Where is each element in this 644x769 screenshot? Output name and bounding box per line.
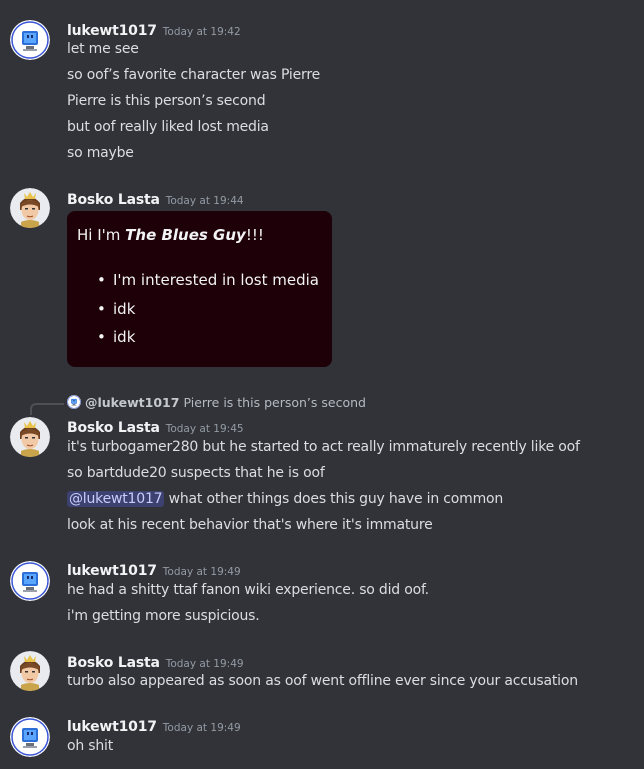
mii-character-avatar-icon[interactable] [10, 188, 50, 228]
profile-embed: Hi I'm The Blues Guy!!! I'm interested i… [67, 211, 332, 367]
message-line: so bartdude20 suspects that he is oof [67, 465, 325, 481]
message-line: so maybe [67, 145, 134, 161]
timestamp: Today at 19:49 [162, 722, 241, 734]
reply-text: Pierre is this person’s second [183, 395, 366, 410]
reply-avatar-icon [67, 395, 81, 409]
message-line: @lukewt1017 what other things does this … [67, 491, 504, 507]
message-header: Bosko Lasta Today at 19:45 [67, 417, 244, 436]
username[interactable]: lukewt1017 [67, 563, 157, 579]
message-header: lukewt1017 Today at 19:49 [67, 560, 241, 579]
embed-bold-name: The Blues Guy [125, 226, 246, 244]
timestamp: Today at 19:44 [165, 195, 244, 207]
timestamp: Today at 19:49 [165, 658, 244, 670]
username[interactable]: lukewt1017 [67, 23, 157, 39]
message-line: so oof’s favorite character was Pierre [67, 67, 320, 83]
message-line: look at his recent behavior that's where… [67, 517, 433, 533]
message-line: i'm getting more suspicious. [67, 608, 260, 624]
reply-mention[interactable]: @lukewt1017 [85, 395, 179, 410]
username[interactable]: Bosko Lasta [67, 420, 160, 436]
reply-preview[interactable]: @lukewt1017 Pierre is this person’s secon… [67, 395, 366, 410]
blue-monitor-avatar-icon[interactable] [10, 717, 50, 757]
blue-monitor-avatar-icon[interactable] [10, 561, 50, 601]
message-header: lukewt1017 Today at 19:49 [67, 716, 241, 735]
message-line: let me see [67, 41, 139, 57]
timestamp: Today at 19:42 [162, 26, 241, 38]
message-line: oh shit [67, 738, 114, 754]
message-line: it's turbogamer280 but he started to act… [67, 439, 580, 455]
message-line: he had a shitty ttaf fanon wiki experien… [67, 582, 429, 598]
reply-spine [30, 403, 64, 415]
blue-monitor-avatar-icon[interactable] [10, 20, 50, 60]
message-header: Bosko Lasta Today at 19:44 [67, 189, 244, 208]
timestamp: Today at 19:45 [165, 423, 244, 435]
username[interactable]: Bosko Lasta [67, 655, 160, 671]
message-line: Pierre is this person’s second [67, 93, 266, 109]
username[interactable]: lukewt1017 [67, 719, 157, 735]
message-line: but oof really liked lost media [67, 119, 269, 135]
username[interactable]: Bosko Lasta [67, 192, 160, 208]
message-line: turbo also appeared as soon as oof went … [67, 673, 578, 689]
list-item: idk [97, 328, 319, 357]
message-header: Bosko Lasta Today at 19:49 [67, 652, 244, 671]
mii-character-avatar-icon[interactable] [10, 651, 50, 691]
embed-list: I'm interested in lost media idk idk [77, 271, 319, 357]
mii-character-avatar-icon[interactable] [10, 417, 50, 457]
timestamp: Today at 19:49 [162, 566, 241, 578]
message-header: lukewt1017 Today at 19:42 [67, 20, 241, 39]
user-mention[interactable]: @lukewt1017 [67, 491, 165, 507]
list-item: I'm interested in lost media [97, 271, 319, 300]
list-item: idk [97, 300, 319, 329]
embed-greeting: Hi I'm The Blues Guy!!! [77, 226, 264, 244]
